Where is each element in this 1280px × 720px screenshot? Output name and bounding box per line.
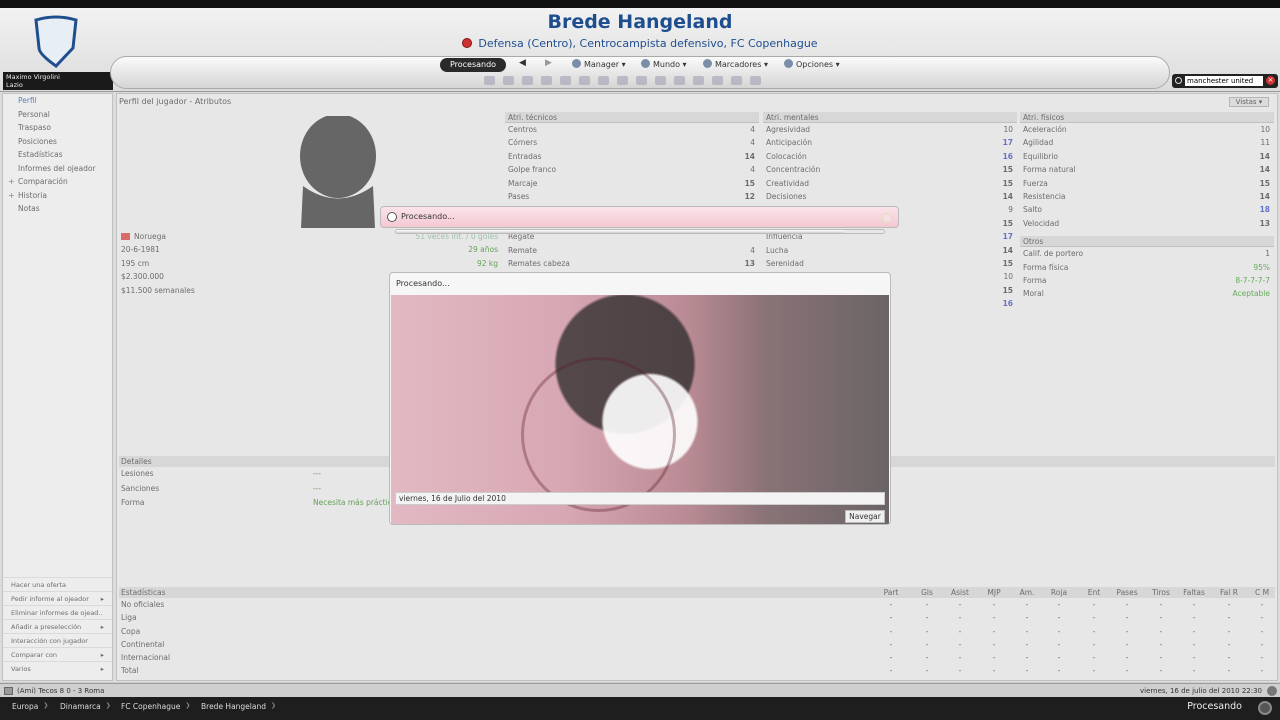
- continue-status[interactable]: Procesando: [1187, 701, 1242, 712]
- breadcrumb-europa[interactable]: Europa: [12, 702, 49, 711]
- status-gear-icon[interactable]: [1267, 686, 1277, 696]
- globe-icon: [641, 59, 650, 68]
- tactics-icon[interactable]: [560, 76, 571, 85]
- menu-marcadores[interactable]: Marcadores ▾: [703, 59, 768, 69]
- options-icon: [784, 59, 793, 68]
- page-title: Brede Hangeland: [547, 11, 733, 33]
- dialog-date: viernes, 16 de Julio del 2010: [395, 492, 885, 505]
- nation-flag-icon: [462, 38, 473, 48]
- player-subtitle: Defensa (Centro), Centrocampista defensi…: [400, 37, 880, 50]
- search-box: ×: [1172, 74, 1278, 88]
- breadcrumb-dinamarca[interactable]: Dinamarca: [60, 702, 111, 711]
- top-header: Maximo Virgolini Lazio Brede Hangeland D…: [0, 0, 1280, 92]
- transfer-icon[interactable]: [579, 76, 590, 85]
- processing-dialog: Procesando... viernes, 16 de Julio del 2…: [389, 272, 891, 525]
- squad-icon[interactable]: [522, 76, 533, 85]
- progress-fill: [396, 230, 845, 233]
- menu-manager[interactable]: Manager ▾: [572, 59, 626, 69]
- clear-search-icon[interactable]: ×: [1266, 76, 1275, 85]
- trophy-icon[interactable]: [617, 76, 628, 85]
- score-ticker[interactable]: (Ami) Tecos 8 0 - 3 Roma: [17, 684, 104, 698]
- calendar-icon[interactable]: [541, 76, 552, 85]
- staff-icon[interactable]: [712, 76, 723, 85]
- finance-icon[interactable]: [636, 76, 647, 85]
- processing-label: Procesando...: [401, 212, 455, 221]
- breadcrumb-club[interactable]: FC Copenhague: [121, 702, 191, 711]
- club-crest-icon[interactable]: [33, 14, 79, 68]
- dialog-title: Procesando...: [396, 279, 450, 288]
- title-bar: [0, 0, 1280, 8]
- home-icon[interactable]: [484, 76, 495, 85]
- status-bar: (Ami) Tecos 8 0 - 3 Roma viernes, 16 de …: [0, 683, 1280, 697]
- fav-icon[interactable]: [750, 76, 761, 85]
- ball-graphic: [521, 357, 676, 512]
- processing-button[interactable]: Procesando: [440, 58, 506, 72]
- manager-icon: [572, 59, 581, 68]
- search-icon[interactable]: [1175, 77, 1182, 84]
- breadcrumb-player[interactable]: Brede Hangeland: [201, 702, 276, 711]
- add-icon[interactable]: [731, 76, 742, 85]
- game-date: viernes, 16 de julio del 2010 22:30: [1139, 687, 1262, 695]
- manager-info[interactable]: Maximo Virgolini Lazio: [3, 72, 113, 90]
- binoculars-icon[interactable]: [693, 76, 704, 85]
- manager-club: Lazio: [6, 81, 23, 89]
- football-icon: [387, 212, 397, 222]
- processing-dialog-small: Procesando...: [380, 206, 899, 228]
- training-icon[interactable]: [598, 76, 609, 85]
- inbox-icon[interactable]: [503, 76, 514, 85]
- ticker-icon[interactable]: [4, 687, 13, 695]
- scout-icon[interactable]: [674, 76, 685, 85]
- settings-cog-icon[interactable]: [1258, 701, 1272, 715]
- menu-opciones[interactable]: Opciones ▾: [784, 59, 840, 69]
- shortcut-icons: [484, 76, 804, 86]
- navigate-button[interactable]: Navegar: [845, 510, 885, 523]
- manager-name: Maximo Virgolini: [6, 73, 60, 81]
- football-image: [391, 295, 889, 524]
- news-icon[interactable]: [655, 76, 666, 85]
- breadcrumb: Europa Dinamarca FC Copenhague Brede Han…: [0, 697, 1280, 720]
- processing-progress-bar: [395, 229, 885, 234]
- menu-mundo[interactable]: Mundo ▾: [641, 59, 687, 69]
- back-arrow-icon[interactable]: ◀: [519, 58, 526, 68]
- forward-arrow-icon[interactable]: ▶: [545, 58, 552, 68]
- close-icon[interactable]: [882, 213, 892, 223]
- scores-icon: [703, 59, 712, 68]
- search-input[interactable]: [1185, 76, 1263, 86]
